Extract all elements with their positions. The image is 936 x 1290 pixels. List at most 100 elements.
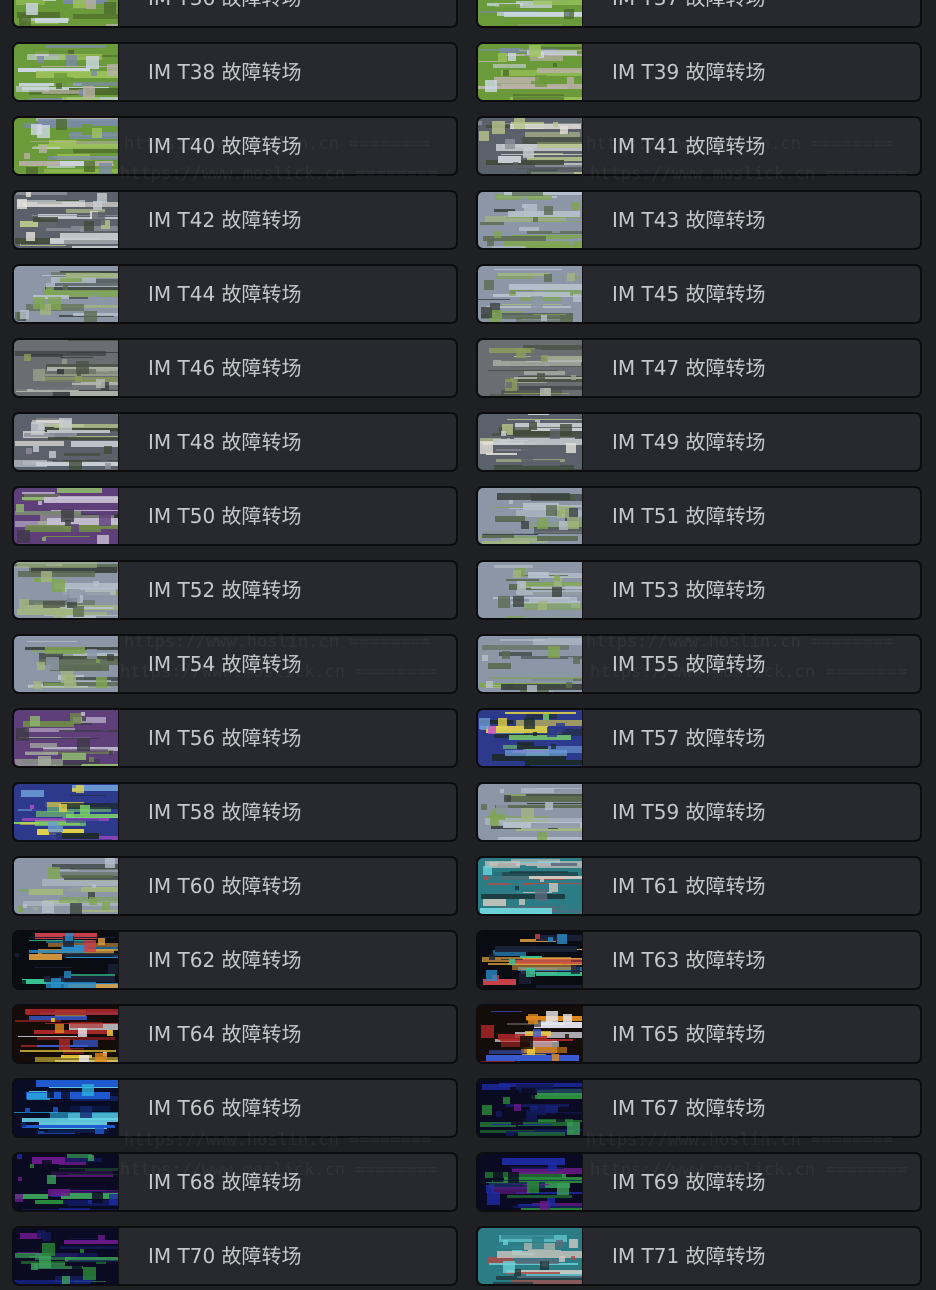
transition-thumbnail: [478, 1228, 583, 1284]
transition-thumbnail: [478, 340, 583, 396]
transition-thumbnail: [14, 784, 119, 840]
transition-item[interactable]: IM T65 故障转场: [476, 1004, 922, 1064]
transition-thumbnail: [478, 1006, 583, 1062]
transition-label: IM T50 故障转场: [148, 504, 302, 528]
transition-thumbnail: [14, 118, 119, 174]
transition-label: IM T38 故障转场: [148, 60, 302, 84]
transition-label: IM T37 故障转场: [612, 0, 766, 26]
transition-label: IM T61 故障转场: [612, 874, 766, 898]
transition-label: IM T64 故障转场: [148, 1022, 302, 1046]
transition-thumbnail: [14, 0, 119, 26]
transition-label: IM T63 故障转场: [612, 948, 766, 972]
transition-label: IM T45 故障转场: [612, 282, 766, 306]
transition-label: IM T42 故障转场: [148, 208, 302, 232]
transition-item[interactable]: IM T67 故障转场: [476, 1078, 922, 1138]
transition-item[interactable]: IM T47 故障转场: [476, 338, 922, 398]
transition-thumbnail: [14, 1080, 119, 1136]
transition-item[interactable]: IM T57 故障转场: [476, 708, 922, 768]
transition-item[interactable]: IM T55 故障转场: [476, 634, 922, 694]
transition-label: IM T41 故障转场: [612, 134, 766, 158]
transition-item[interactable]: IM T51 故障转场: [476, 486, 922, 546]
transition-item[interactable]: IM T48 故障转场: [12, 412, 458, 472]
transition-item[interactable]: IM T71 故障转场: [476, 1226, 922, 1286]
transition-item[interactable]: IM T66 故障转场: [12, 1078, 458, 1138]
transition-label: IM T71 故障转场: [612, 1244, 766, 1268]
transition-item[interactable]: IM T44 故障转场: [12, 264, 458, 324]
transition-item[interactable]: IM T63 故障转场: [476, 930, 922, 990]
transition-thumbnail: [478, 1080, 583, 1136]
transition-thumbnail: [478, 1154, 583, 1210]
transition-label: IM T43 故障转场: [612, 208, 766, 232]
transition-item[interactable]: IM T59 故障转场: [476, 782, 922, 842]
transition-label: IM T59 故障转场: [612, 800, 766, 824]
transition-item[interactable]: IM T58 故障转场: [12, 782, 458, 842]
transition-label: IM T49 故障转场: [612, 430, 766, 454]
transition-item[interactable]: IM T64 故障转场: [12, 1004, 458, 1064]
transition-label: IM T70 故障转场: [148, 1244, 302, 1268]
transition-thumbnail: [478, 44, 583, 100]
transition-item[interactable]: IM T54 故障转场: [12, 634, 458, 694]
transition-thumbnail: [14, 710, 119, 766]
transition-thumbnail: [14, 1006, 119, 1062]
transition-label: IM T47 故障转场: [612, 356, 766, 380]
transition-thumbnail: [478, 118, 583, 174]
transition-label: IM T60 故障转场: [148, 874, 302, 898]
transition-label: IM T57 故障转场: [612, 726, 766, 750]
transition-item[interactable]: IM T70 故障转场: [12, 1226, 458, 1286]
transition-thumbnail: [478, 636, 583, 692]
transition-item[interactable]: IM T49 故障转场: [476, 412, 922, 472]
transition-item[interactable]: IM T56 故障转场: [12, 708, 458, 768]
transition-thumbnail: [14, 636, 119, 692]
transition-thumbnail: [478, 710, 583, 766]
transition-label: IM T58 故障转场: [148, 800, 302, 824]
transition-thumbnail: [478, 784, 583, 840]
transition-item[interactable]: IM T50 故障转场: [12, 486, 458, 546]
transition-thumbnail: [14, 266, 119, 322]
transition-list: IM T36 故障转场 IM T37 故障转场 IM T38 故障转场 IM T39 …: [0, 0, 936, 1290]
transition-label: IM T69 故障转场: [612, 1170, 766, 1194]
transition-item[interactable]: IM T41 故障转场: [476, 116, 922, 176]
transition-thumbnail: [14, 192, 119, 248]
transition-thumbnail: [478, 932, 583, 988]
transition-item[interactable]: IM T37 故障转场: [476, 0, 922, 28]
transition-label: IM T52 故障转场: [148, 578, 302, 602]
transition-thumbnail: [478, 488, 583, 544]
transition-item[interactable]: IM T45 故障转场: [476, 264, 922, 324]
transition-item[interactable]: IM T68 故障转场: [12, 1152, 458, 1212]
transition-item[interactable]: IM T42 故障转场: [12, 190, 458, 250]
transition-thumbnail: [14, 414, 119, 470]
transition-item[interactable]: IM T60 故障转场: [12, 856, 458, 916]
transition-label: IM T54 故障转场: [148, 652, 302, 676]
transition-item[interactable]: IM T40 故障转场: [12, 116, 458, 176]
transition-label: IM T39 故障转场: [612, 60, 766, 84]
transition-item[interactable]: IM T43 故障转场: [476, 190, 922, 250]
transition-label: IM T55 故障转场: [612, 652, 766, 676]
transition-thumbnail: [14, 340, 119, 396]
transition-thumbnail: [478, 562, 583, 618]
transition-label: IM T65 故障转场: [612, 1022, 766, 1046]
transition-label: IM T68 故障转场: [148, 1170, 302, 1194]
transition-label: IM T48 故障转场: [148, 430, 302, 454]
transition-label: IM T53 故障转场: [612, 578, 766, 602]
transition-item[interactable]: IM T53 故障转场: [476, 560, 922, 620]
transition-item[interactable]: IM T46 故障转场: [12, 338, 458, 398]
transition-item[interactable]: IM T61 故障转场: [476, 856, 922, 916]
transition-item[interactable]: IM T52 故障转场: [12, 560, 458, 620]
transition-label: IM T44 故障转场: [148, 282, 302, 306]
transition-thumbnail: [14, 1228, 119, 1284]
transition-item[interactable]: IM T36 故障转场: [12, 0, 458, 28]
transition-item[interactable]: IM T38 故障转场: [12, 42, 458, 102]
transition-thumbnail: [478, 266, 583, 322]
transition-label: IM T46 故障转场: [148, 356, 302, 380]
transition-item[interactable]: IM T69 故障转场: [476, 1152, 922, 1212]
transition-item[interactable]: IM T39 故障转场: [476, 42, 922, 102]
transition-thumbnail: [478, 0, 583, 26]
transition-thumbnail: [14, 858, 119, 914]
transition-thumbnail: [14, 44, 119, 100]
transition-item[interactable]: IM T62 故障转场: [12, 930, 458, 990]
transition-label: IM T66 故障转场: [148, 1096, 302, 1120]
transition-thumbnail: [478, 414, 583, 470]
transition-label: IM T51 故障转场: [612, 504, 766, 528]
transition-thumbnail: [14, 932, 119, 988]
transition-label: IM T67 故障转场: [612, 1096, 766, 1120]
